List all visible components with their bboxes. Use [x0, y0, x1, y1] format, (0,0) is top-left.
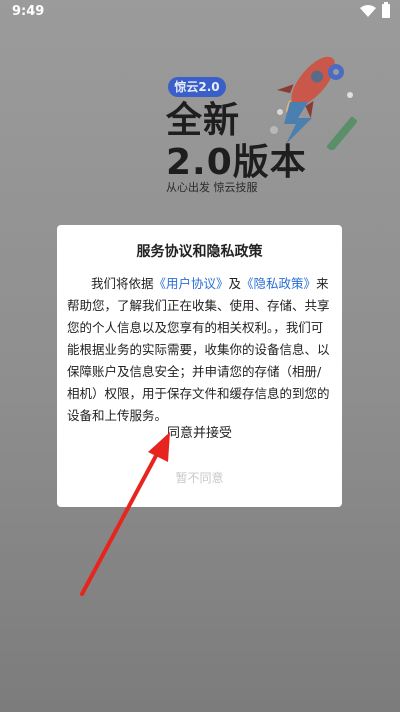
body-suffix: 来帮助您，了解我们正在收集、使用、存储、共享您的个人信息以及您享有的相关权利。，… — [67, 276, 330, 423]
dialog-body: 我们将依据《用户协议》及《隐私政策》来帮助您，了解我们正在收集、使用、存储、共享… — [67, 273, 332, 427]
decline-button[interactable]: 暂不同意 — [57, 469, 342, 486]
version-badge: 惊云2.0 — [168, 77, 226, 97]
rocket-icon — [270, 56, 358, 150]
dialog-title: 服务协议和隐私政策 — [136, 244, 263, 260]
privacy-dialog: 服务协议和隐私政策 我们将依据《用户协议》及《隐私政策》来帮助您，了解我们正在收… — [57, 225, 342, 507]
privacy-policy-link[interactable]: 《隐私政策》 — [241, 276, 316, 291]
and-text: 及 — [228, 276, 242, 291]
slogan: 从心出发 惊云技服 — [166, 181, 258, 194]
user-agreement-link[interactable]: 《用户协议》 — [154, 276, 229, 291]
body-prefix: 我们将依据 — [91, 276, 154, 291]
agree-button[interactable]: 同意并接受 — [57, 422, 342, 441]
